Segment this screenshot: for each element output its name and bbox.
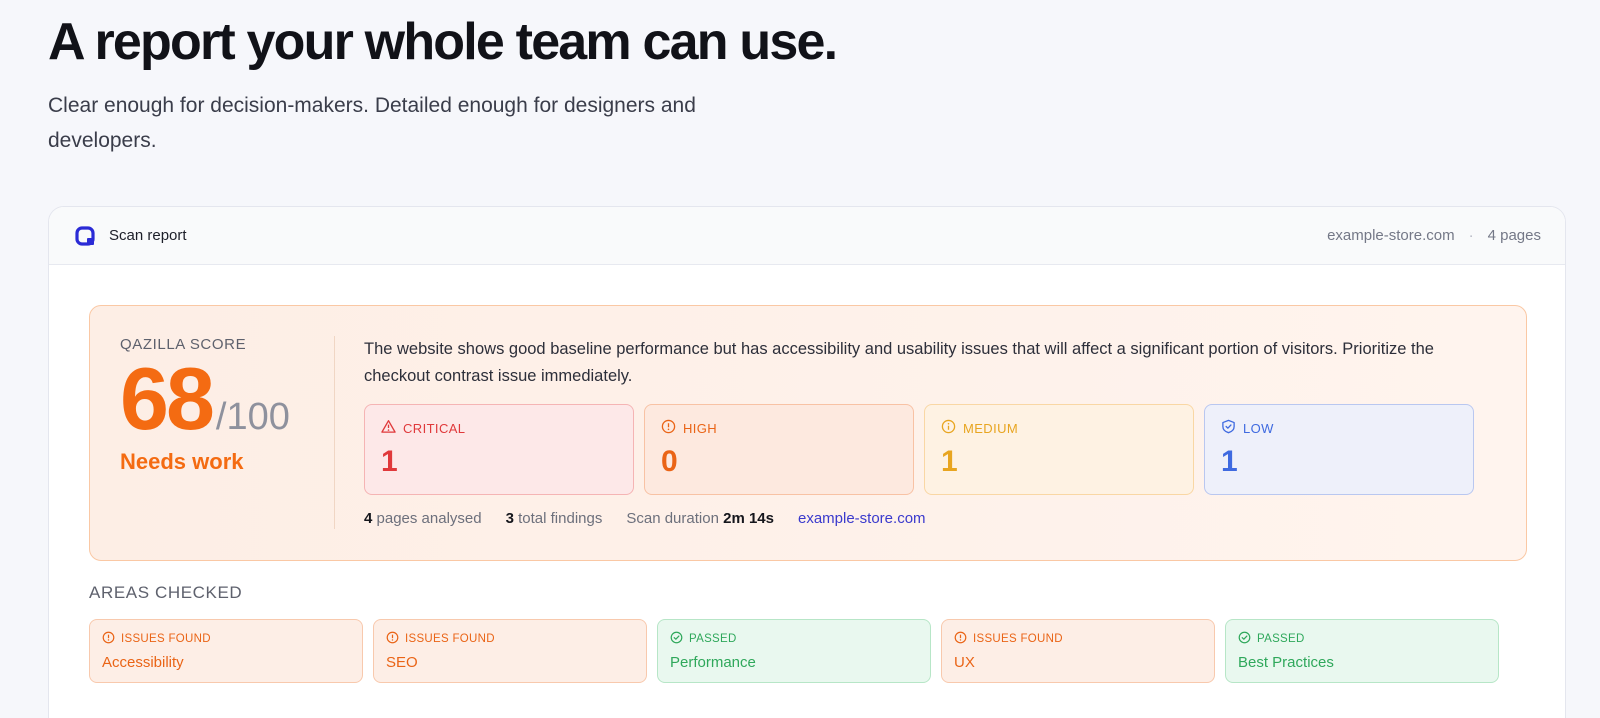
area-status: PASSED bbox=[1257, 633, 1305, 645]
hero-title: A report your whole team can use. bbox=[48, 13, 838, 71]
severity-count: 1 bbox=[381, 445, 398, 478]
severity-label: HIGH bbox=[683, 420, 718, 436]
score-block: QAZILLA SCORE 68 /100 Needs work bbox=[120, 336, 340, 475]
report-summary: The website shows good baseline performa… bbox=[364, 340, 1434, 385]
info-circle-icon bbox=[941, 419, 956, 437]
shield-check-icon bbox=[1221, 419, 1236, 437]
meta-separator: · bbox=[1468, 227, 1474, 244]
area-name: Best Practices bbox=[1238, 654, 1334, 671]
score-panel: QAZILLA SCORE 68 /100 Needs work The web… bbox=[89, 305, 1527, 561]
site-link[interactable]: example-store.com bbox=[798, 510, 926, 527]
score-status: Needs work bbox=[120, 449, 244, 474]
findings-stat: 3 total findings bbox=[505, 510, 603, 527]
severity-label: LOW bbox=[1243, 420, 1274, 436]
report-title: Scan report bbox=[109, 227, 187, 244]
score-max: /100 bbox=[215, 396, 290, 438]
area-name: Accessibility bbox=[102, 654, 184, 671]
area-card-ux[interactable]: ISSUES FOUND UX bbox=[941, 619, 1215, 683]
severity-card-high[interactable]: HIGH 0 bbox=[644, 404, 914, 495]
area-status: ISSUES FOUND bbox=[973, 633, 1063, 645]
alert-circle-icon bbox=[102, 631, 115, 647]
check-circle-icon bbox=[670, 631, 683, 647]
area-card-best-practices[interactable]: PASSED Best Practices bbox=[1225, 619, 1499, 683]
pages-stat: 4 pages analysed bbox=[364, 510, 482, 527]
severity-count: 0 bbox=[661, 445, 678, 478]
duration-stat: Scan duration 2m 14s bbox=[626, 510, 774, 527]
severity-card-critical[interactable]: CRITICAL 1 bbox=[364, 404, 634, 495]
hero-subtitle: Clear enough for decision-makers. Detail… bbox=[48, 94, 696, 152]
area-card-seo[interactable]: ISSUES FOUND SEO bbox=[373, 619, 647, 683]
scan-report-card: Scan report example-store.com · 4 pages … bbox=[48, 206, 1566, 718]
report-meta: example-store.com · 4 pages bbox=[1327, 227, 1541, 244]
severity-row: CRITICAL 1 HIGH 0 MEDIUM 1 LOW 1 bbox=[364, 404, 1474, 495]
alert-circle-icon bbox=[954, 631, 967, 647]
severity-count: 1 bbox=[1221, 445, 1238, 478]
alert-circle-icon bbox=[386, 631, 399, 647]
severity-count: 1 bbox=[941, 445, 958, 478]
area-name: Performance bbox=[670, 654, 756, 671]
area-status: PASSED bbox=[689, 633, 737, 645]
report-header: Scan report example-store.com · 4 pages bbox=[49, 207, 1565, 265]
report-domain: example-store.com bbox=[1327, 227, 1455, 244]
alert-circle-icon bbox=[661, 419, 676, 437]
report-pages: 4 pages bbox=[1487, 227, 1541, 244]
area-status: ISSUES FOUND bbox=[405, 633, 495, 645]
scan-stats: 4 pages analysed 3 total findings Scan d… bbox=[364, 510, 926, 527]
area-name: SEO bbox=[386, 654, 418, 671]
area-card-performance[interactable]: PASSED Performance bbox=[657, 619, 931, 683]
area-status: ISSUES FOUND bbox=[121, 633, 211, 645]
areas-row: ISSUES FOUND Accessibility ISSUES FOUND … bbox=[89, 619, 1499, 683]
warning-triangle-icon bbox=[381, 419, 396, 437]
check-circle-icon bbox=[1238, 631, 1251, 647]
severity-card-medium[interactable]: MEDIUM 1 bbox=[924, 404, 1194, 495]
areas-title: AREAS CHECKED bbox=[89, 583, 243, 602]
severity-card-low[interactable]: LOW 1 bbox=[1204, 404, 1474, 495]
qazilla-logo-icon bbox=[75, 225, 95, 246]
severity-label: CRITICAL bbox=[403, 420, 466, 436]
severity-label: MEDIUM bbox=[963, 420, 1019, 436]
area-card-accessibility[interactable]: ISSUES FOUND Accessibility bbox=[89, 619, 363, 683]
score-divider bbox=[334, 336, 335, 529]
score-value: 68 bbox=[120, 349, 215, 448]
area-name: UX bbox=[954, 654, 975, 671]
